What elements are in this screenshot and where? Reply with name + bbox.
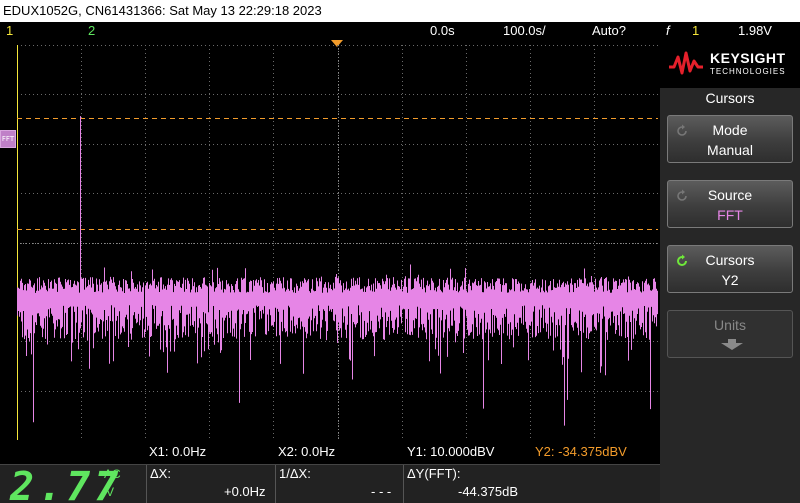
time-offset: 0.0s (430, 23, 455, 38)
mode-label: Mode (712, 122, 748, 138)
delta-y-value: -44.375dB (458, 484, 518, 499)
source-value: FFT (717, 207, 743, 223)
trigger-level: 1.98V (738, 23, 772, 38)
cursor-readout: X1: 0.0Hz X2: 0.0Hz Y1: 10.000dBV Y2: -3… (0, 440, 660, 503)
divider (146, 465, 147, 503)
logo-subtitle: TECHNOLOGIES (710, 67, 786, 76)
dvm-mode: AC (104, 467, 121, 481)
inv-delta-x-value: - - - (371, 484, 392, 499)
inv-delta-x-label: 1/ΔX: (279, 466, 311, 481)
status-bar: 1 2 0.0s 100.0s/ Auto? f 1 1.98V (0, 22, 800, 40)
units-softkey[interactable]: Units (667, 310, 793, 358)
graticule (17, 45, 658, 440)
y1-readout: Y1: 10.000dBV (407, 444, 495, 459)
divider (403, 465, 404, 503)
fft-trace (17, 116, 658, 426)
title-bar: EDUX1052G, CN61431366: Sat May 13 22:29:… (0, 0, 800, 22)
delta-x-value: +0.0Hz (224, 484, 266, 499)
delta-readout-row: 2.77 AC V ΔX: +0.0Hz 1/ΔX: - - - ΔY(FFT)… (0, 464, 660, 503)
cursors-value: Y2 (721, 272, 739, 288)
units-label: Units (714, 317, 746, 333)
keysight-logo: KEYSIGHT TECHNOLOGIES (660, 40, 800, 88)
x1-readout: X1: 0.0Hz (149, 444, 207, 459)
x2-readout: X2: 0.0Hz (278, 444, 336, 459)
source-softkey[interactable]: Source FFT (667, 180, 793, 228)
cursors-label: Cursors (705, 252, 755, 268)
source-label: Source (707, 187, 753, 203)
cursor-lines (17, 118, 658, 230)
trigger-channel: 1 (692, 23, 700, 38)
delta-y-label: ΔY(FFT): (407, 466, 461, 481)
fft-ground-marker[interactable]: FFT (0, 130, 16, 148)
delta-x-label: ΔX: (150, 466, 171, 481)
trigger-mode: Auto? (592, 23, 626, 38)
title-text: EDUX1052G, CN61431366: Sat May 13 22:29:… (3, 3, 322, 18)
submenu-arrow-down-icon (721, 339, 743, 350)
waveform-svg (17, 45, 658, 440)
softkey-panel: KEYSIGHT TECHNOLOGIES Cursors Mode Manua… (660, 40, 800, 503)
dvm-unit: V (106, 485, 115, 499)
logo-word: KEYSIGHT (710, 50, 786, 66)
y2-readout: Y2: -34.375dBV (535, 444, 627, 459)
delta-y-source: FFT (428, 466, 453, 481)
mode-value: Manual (707, 142, 753, 158)
mode-softkey[interactable]: Mode Manual (667, 115, 793, 163)
channel-1-indicator[interactable]: 1 (6, 22, 13, 40)
time-scale: 100.0s/ (503, 23, 546, 38)
divider (275, 465, 276, 503)
trigger-slope-icon: f (666, 23, 670, 38)
menu-title: Cursors (705, 90, 755, 106)
channel-2-indicator[interactable]: 2 (88, 22, 95, 40)
cursors-softkey[interactable]: Cursors Y2 (667, 245, 793, 293)
keysight-wave-icon (669, 51, 703, 75)
waveform-display[interactable] (17, 45, 658, 440)
